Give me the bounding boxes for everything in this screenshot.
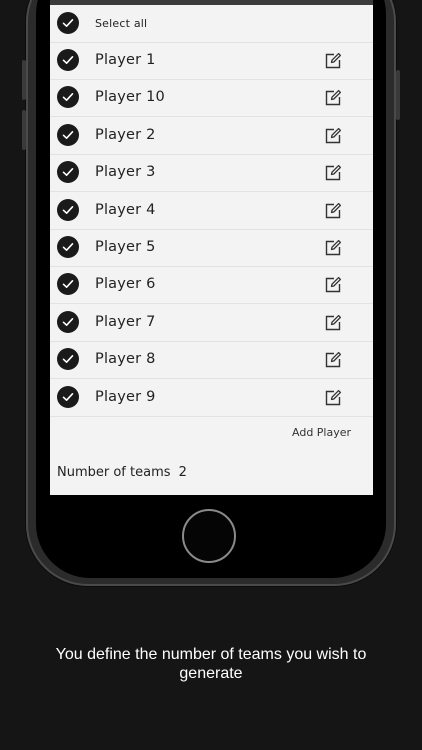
teams-label: Number of teams bbox=[57, 465, 171, 480]
player-name: Player 2 bbox=[95, 126, 156, 143]
check-icon[interactable] bbox=[57, 236, 79, 258]
player-name: Player 5 bbox=[95, 239, 156, 255]
volume-up-button bbox=[22, 60, 26, 100]
check-icon[interactable] bbox=[57, 49, 79, 71]
check-icon[interactable] bbox=[57, 198, 79, 221]
edit-icon[interactable] bbox=[324, 276, 342, 294]
number-of-teams[interactable]: Number of teams 2 bbox=[57, 465, 187, 480]
teams-value[interactable]: 2 bbox=[179, 465, 187, 480]
player-row[interactable]: Player 9 bbox=[50, 379, 373, 417]
player-row[interactable]: Player 4 bbox=[50, 192, 373, 230]
player-name: Player 3 bbox=[95, 164, 156, 181]
player-row[interactable]: Player 7 bbox=[50, 304, 373, 342]
home-button[interactable] bbox=[182, 509, 236, 563]
check-icon[interactable] bbox=[57, 12, 79, 34]
edit-icon[interactable] bbox=[324, 89, 342, 107]
volume-down-button bbox=[22, 110, 26, 150]
check-icon[interactable] bbox=[57, 86, 79, 109]
edit-icon[interactable] bbox=[324, 164, 342, 182]
player-row[interactable]: Player 10 bbox=[50, 79, 373, 118]
check-icon[interactable] bbox=[57, 161, 79, 184]
edit-icon[interactable] bbox=[324, 389, 342, 407]
edit-icon[interactable] bbox=[324, 314, 342, 332]
player-name: Player 7 bbox=[95, 313, 156, 330]
player-name: Player 4 bbox=[95, 201, 156, 218]
check-icon[interactable] bbox=[57, 273, 79, 296]
select-all-row[interactable]: Select all bbox=[50, 5, 373, 43]
edit-icon[interactable] bbox=[324, 202, 342, 220]
player-row[interactable]: Player 8 bbox=[50, 341, 373, 380]
edit-icon[interactable] bbox=[324, 127, 342, 145]
power-button bbox=[396, 70, 400, 120]
edit-icon[interactable] bbox=[324, 239, 342, 257]
player-row[interactable]: Player 5 bbox=[50, 229, 373, 267]
caption-text: You define the number of teams you wish … bbox=[55, 646, 367, 682]
app-screen: Select all Player 1 Player 10 Player 2 Play… bbox=[50, 0, 373, 495]
player-row[interactable]: Player 1 bbox=[50, 42, 373, 80]
check-icon[interactable] bbox=[57, 310, 79, 333]
player-row[interactable]: Player 2 bbox=[50, 117, 373, 155]
player-name: Player 1 bbox=[95, 52, 156, 68]
add-player-button[interactable]: Add Player bbox=[292, 426, 351, 439]
check-icon[interactable] bbox=[57, 385, 79, 408]
player-row[interactable]: Player 6 bbox=[50, 266, 373, 305]
edit-icon[interactable] bbox=[324, 52, 342, 70]
player-name: Player 10 bbox=[95, 89, 165, 106]
player-name: Player 9 bbox=[95, 388, 156, 405]
edit-icon[interactable] bbox=[324, 351, 342, 369]
player-name: Player 6 bbox=[95, 276, 156, 293]
check-icon[interactable] bbox=[57, 348, 79, 371]
player-name: Player 8 bbox=[95, 351, 156, 368]
player-row[interactable]: Player 3 bbox=[50, 154, 373, 193]
select-all-label: Select all bbox=[95, 17, 148, 30]
check-icon[interactable] bbox=[57, 123, 79, 146]
